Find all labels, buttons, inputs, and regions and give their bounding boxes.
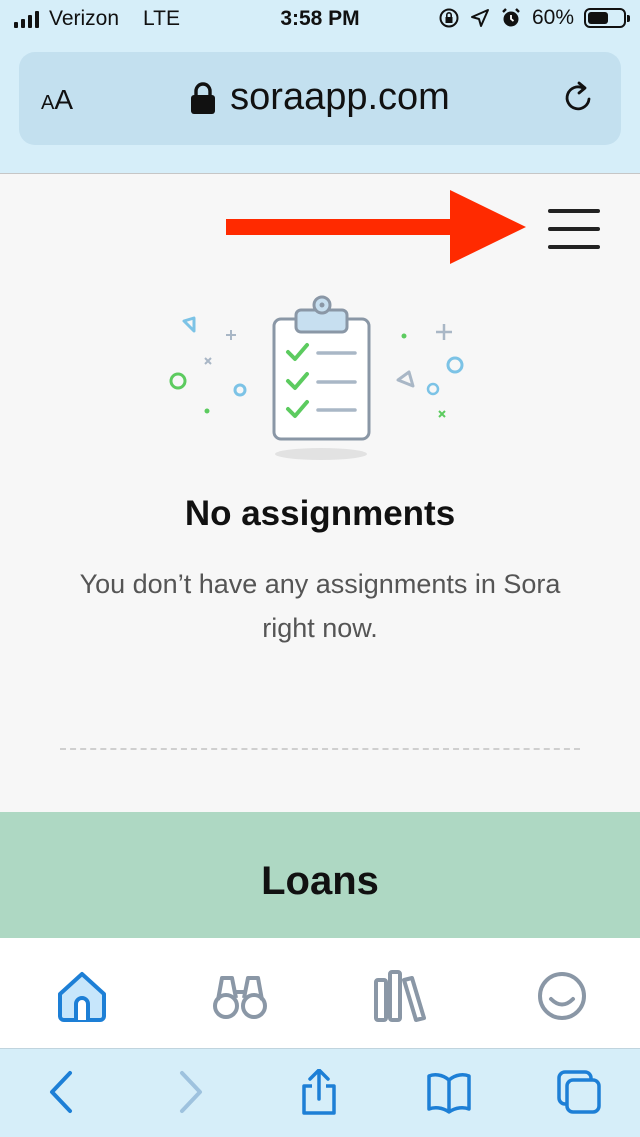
url-display[interactable]: soraapp.com [19, 76, 621, 119]
app-bottom-nav [0, 938, 640, 1048]
status-bar: Verizon LTE 3:58 PM 60% [0, 0, 640, 40]
back-icon[interactable] [40, 1069, 86, 1115]
home-icon[interactable] [52, 966, 112, 1026]
forward-icon[interactable] [166, 1069, 212, 1115]
empty-state-title: No assignments [184, 494, 456, 533]
section-divider [60, 748, 580, 750]
battery-icon [584, 8, 630, 28]
share-icon[interactable] [296, 1069, 342, 1115]
lock-icon [191, 81, 216, 114]
url-text: soraapp.com [230, 76, 450, 118]
bookmarks-icon[interactable] [426, 1069, 472, 1115]
empty-state-message: You don’t have any assignments in Sora r… [79, 569, 561, 643]
loans-title: Loans [261, 859, 379, 903]
smiley-icon[interactable] [532, 966, 592, 1026]
alarm-icon [502, 8, 520, 27]
battery-percent: 60% [531, 6, 574, 29]
red-arrow-annotation [226, 190, 526, 264]
orientation-lock-icon [439, 8, 459, 28]
hamburger-menu-icon[interactable] [548, 205, 600, 251]
address-bar[interactable]: AA soraapp.com [19, 52, 621, 145]
books-icon[interactable] [370, 966, 430, 1026]
browser-toolbar [0, 1048, 640, 1137]
status-right: 60% [438, 6, 630, 30]
loans-section-header: Loans [0, 812, 640, 938]
location-icon [470, 9, 489, 27]
binoculars-icon[interactable] [210, 966, 270, 1026]
clipboard-checklist-illustration [169, 295, 464, 460]
browser-chrome: AA soraapp.com [0, 40, 640, 174]
tabs-icon[interactable] [556, 1069, 602, 1115]
reload-icon[interactable] [561, 80, 597, 116]
